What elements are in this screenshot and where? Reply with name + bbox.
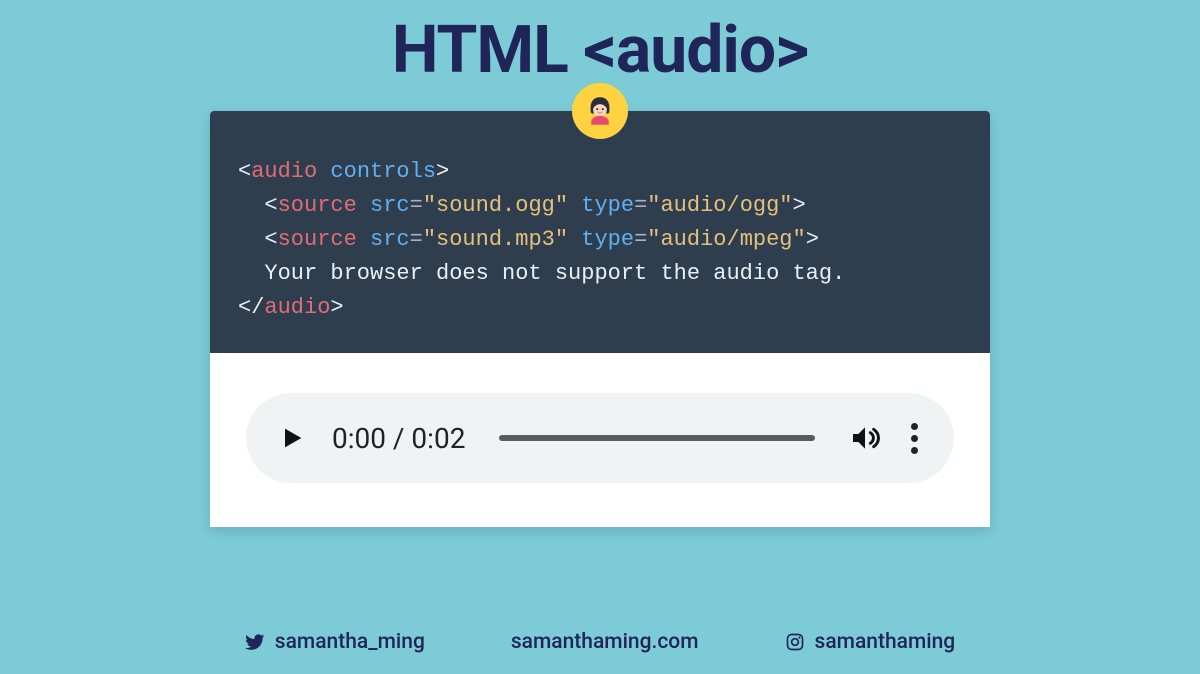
code-line-3: <source src="sound.mp3" type="audio/mpeg…: [238, 223, 962, 257]
audio-player-area: 0:00 / 0:02: [210, 353, 990, 527]
code-line-4: Your browser does not support the audio …: [238, 257, 962, 291]
instagram-text: samanthaming: [815, 630, 956, 654]
avatar: [572, 83, 628, 139]
kebab-dot-icon: [911, 447, 918, 454]
twitter-handle[interactable]: samantha_ming: [245, 630, 425, 654]
twitter-icon: [245, 632, 265, 652]
play-button[interactable]: [278, 424, 306, 452]
instagram-icon: [785, 632, 805, 652]
time-display: 0:00 / 0:02: [332, 422, 465, 455]
code-block: <audio controls> <source src="sound.ogg"…: [210, 111, 990, 353]
play-icon: [278, 424, 306, 452]
volume-button[interactable]: [849, 422, 881, 454]
instagram-handle[interactable]: samanthaming: [785, 630, 956, 654]
page-title: HTML <audio>: [0, 0, 1200, 89]
footer: samantha_ming samanthaming.com samantham…: [0, 630, 1200, 654]
more-options-button[interactable]: [907, 423, 922, 454]
code-line-1: <audio controls>: [238, 155, 962, 189]
content-card: <audio controls> <source src="sound.ogg"…: [210, 111, 990, 527]
kebab-dot-icon: [911, 435, 918, 442]
website-link[interactable]: samanthaming.com: [511, 630, 699, 654]
code-line-2: <source src="sound.ogg" type="audio/ogg"…: [238, 189, 962, 223]
avatar-icon: [580, 91, 620, 131]
audio-player[interactable]: 0:00 / 0:02: [246, 393, 954, 483]
seek-track[interactable]: [499, 435, 815, 441]
website-text: samanthaming.com: [511, 630, 699, 654]
kebab-dot-icon: [911, 423, 918, 430]
twitter-text: samantha_ming: [275, 630, 425, 654]
code-line-5: </audio>: [238, 291, 962, 325]
volume-icon: [849, 422, 881, 454]
